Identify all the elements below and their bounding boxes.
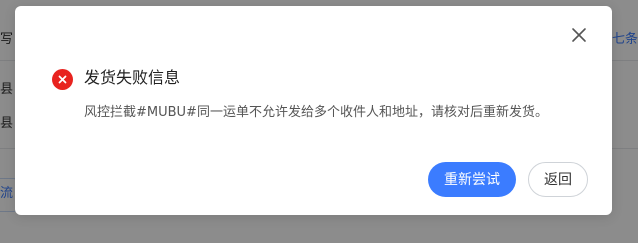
dialog-title: 发货失败信息 (84, 68, 181, 87)
error-circle-icon (52, 69, 73, 90)
close-icon (572, 28, 586, 42)
ship-failure-dialog: 发货失败信息 风控拦截#MUBU#同一运单不允许发给多个收件人和地址，请核对后重… (15, 6, 612, 215)
dialog-message: 风控拦截#MUBU#同一运单不允许发给多个收件人和地址，请核对后重新发货。 (84, 105, 548, 120)
close-button[interactable] (570, 26, 588, 44)
back-button[interactable]: 返回 (528, 162, 588, 197)
retry-button[interactable]: 重新尝试 (428, 162, 516, 197)
